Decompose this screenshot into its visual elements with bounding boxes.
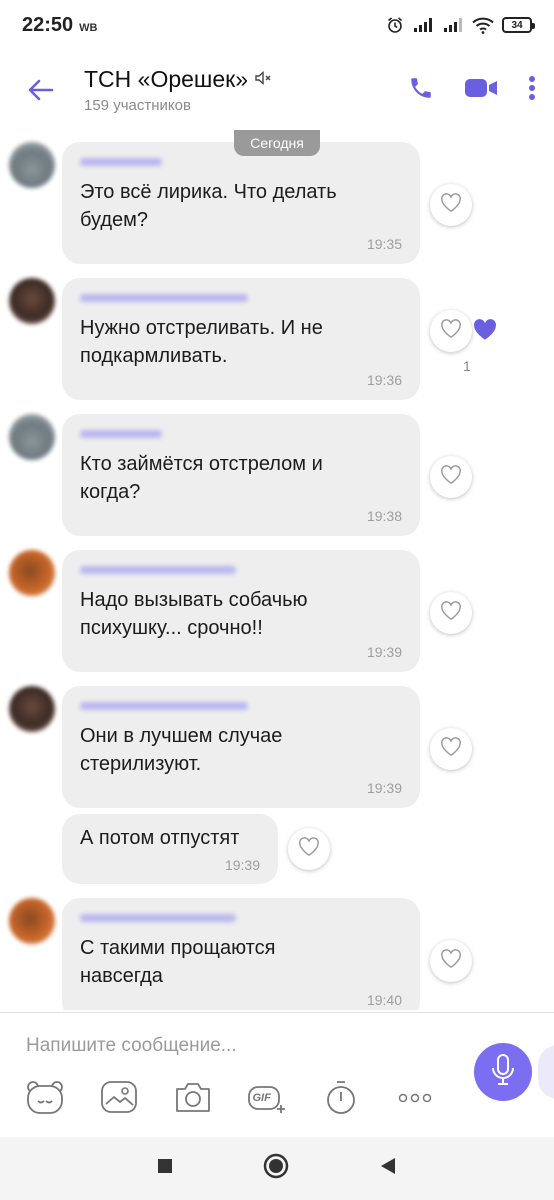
- like-button[interactable]: [288, 828, 330, 870]
- back-arrow-icon[interactable]: [18, 68, 62, 112]
- heart-outline-icon: [440, 736, 462, 762]
- gallery-button[interactable]: [96, 1079, 141, 1119]
- camera-button[interactable]: [170, 1079, 215, 1119]
- more-vertical-icon: [528, 75, 536, 106]
- status-carrier: WB: [79, 21, 98, 34]
- message-text: Кто займётся отстрелом и когда?: [80, 453, 323, 503]
- message-bubble[interactable]: Надо вызывать собачью психушку... срочно!…: [62, 550, 420, 672]
- stopwatch-icon: [325, 1079, 357, 1120]
- message-bubble[interactable]: Нужно отстреливать. И не подкармливать. 1…: [62, 278, 420, 400]
- avatar[interactable]: [9, 414, 55, 460]
- heart-outline-icon: [440, 192, 462, 218]
- avatar[interactable]: [9, 686, 55, 732]
- message-time: 19:39: [224, 857, 260, 873]
- recents-square-icon[interactable]: [157, 1158, 173, 1179]
- avatar[interactable]: [9, 278, 55, 324]
- like-button[interactable]: [430, 456, 472, 498]
- alarm-icon: [386, 16, 404, 34]
- phone-icon: [408, 75, 434, 106]
- message-bubble[interactable]: Кто займётся отстрелом и когда? 19:38: [62, 414, 420, 536]
- sender-name: [80, 158, 162, 166]
- like-button[interactable]: [430, 184, 472, 226]
- sticker-button[interactable]: [22, 1079, 67, 1119]
- message-bubble[interactable]: Они в лучшем случае стерилизуют. 19:39: [62, 686, 420, 808]
- message-text: Надо вызывать собачью психушку... срочно!…: [80, 589, 308, 639]
- timer-button[interactable]: [318, 1079, 363, 1119]
- message-time: 19:39: [366, 780, 402, 796]
- heart-outline-icon: [440, 948, 462, 974]
- like-count: 1: [463, 358, 471, 374]
- gif-button[interactable]: GIF: [244, 1079, 289, 1119]
- send-button-partial[interactable]: [538, 1045, 554, 1099]
- chat-title: ТСН «Орешек»: [84, 66, 249, 92]
- message-input[interactable]: Напишите сообщение...: [26, 1035, 237, 1057]
- sender-name: [80, 294, 248, 302]
- message-time: 19:40: [366, 992, 402, 1008]
- gif-icon: GIF: [247, 1083, 287, 1115]
- microphone-icon: [490, 1053, 516, 1092]
- message-composer: Напишите сообщение... GIF: [0, 1012, 554, 1137]
- muted-icon: [254, 66, 272, 93]
- like-button[interactable]: [430, 940, 472, 982]
- message-text: А потом отпустят: [80, 827, 240, 849]
- image-icon: [100, 1080, 138, 1119]
- message-bubble[interactable]: С такими прощаются навсегда 19:40: [62, 898, 420, 1010]
- wifi-icon: [472, 17, 494, 34]
- more-horizontal-icon: [398, 1090, 432, 1108]
- message-text: Это всё лирика. Что делать будем?: [80, 181, 337, 231]
- heart-outline-icon: [440, 464, 462, 490]
- message-time: 19:38: [366, 508, 402, 524]
- heart-outline-icon: [298, 836, 320, 862]
- battery-icon: 34: [502, 17, 535, 33]
- call-button[interactable]: [408, 75, 434, 106]
- signal-icon-2: [442, 17, 464, 33]
- back-triangle-icon[interactable]: [379, 1156, 397, 1181]
- sender-name: [80, 702, 248, 710]
- more-options-button[interactable]: [528, 75, 536, 106]
- camera-icon: [174, 1080, 212, 1119]
- avatar[interactable]: [9, 142, 55, 188]
- video-camera-icon: [464, 77, 498, 104]
- system-nav-bar: [0, 1137, 554, 1200]
- voice-message-button[interactable]: [474, 1043, 532, 1101]
- avatar[interactable]: [9, 550, 55, 596]
- message-bubble[interactable]: Это всё лирика. Что делать будем? 19:35: [62, 142, 420, 264]
- participants-count: 159 участников: [84, 97, 191, 114]
- status-bar: 22:50 WB 34: [0, 0, 554, 50]
- sender-name: [80, 430, 162, 438]
- heart-filled-icon: [472, 318, 498, 347]
- date-separator: Сегодня: [234, 130, 320, 156]
- like-button[interactable]: [430, 592, 472, 634]
- message-time: 19:36: [366, 372, 402, 388]
- heart-outline-icon: [440, 600, 462, 626]
- more-tools-button[interactable]: [392, 1079, 437, 1119]
- chat-header: ТСН «Орешек» 159 участников: [0, 50, 554, 130]
- signal-icon: [412, 17, 434, 33]
- avatar[interactable]: [9, 898, 55, 944]
- status-time: 22:50: [22, 13, 74, 36]
- like-button[interactable]: [430, 728, 472, 770]
- message-text: Нужно отстреливать. И не подкармливать.: [80, 317, 323, 367]
- message-time: 19:35: [366, 236, 402, 252]
- chat-title-block[interactable]: ТСН «Орешек» 159 участников: [84, 66, 408, 114]
- video-call-button[interactable]: [464, 77, 498, 104]
- message-feed[interactable]: Сегодня Это всё лирика. Что делать будем?…: [0, 130, 554, 1010]
- message-bubble[interactable]: А потом отпустят 19:39: [62, 814, 278, 884]
- heart-outline-icon: [440, 318, 462, 344]
- like-button[interactable]: [430, 310, 472, 352]
- message-text: С такими прощаются навсегда: [80, 937, 276, 987]
- home-circle-icon[interactable]: [263, 1153, 289, 1184]
- sender-name: [80, 566, 236, 574]
- message-text: Они в лучшем случае стерилизуют.: [80, 725, 283, 775]
- gif-label: GIF: [252, 1092, 271, 1104]
- sender-name: [80, 914, 236, 922]
- message-time: 19:39: [366, 644, 402, 660]
- bear-sticker-icon: [25, 1079, 65, 1120]
